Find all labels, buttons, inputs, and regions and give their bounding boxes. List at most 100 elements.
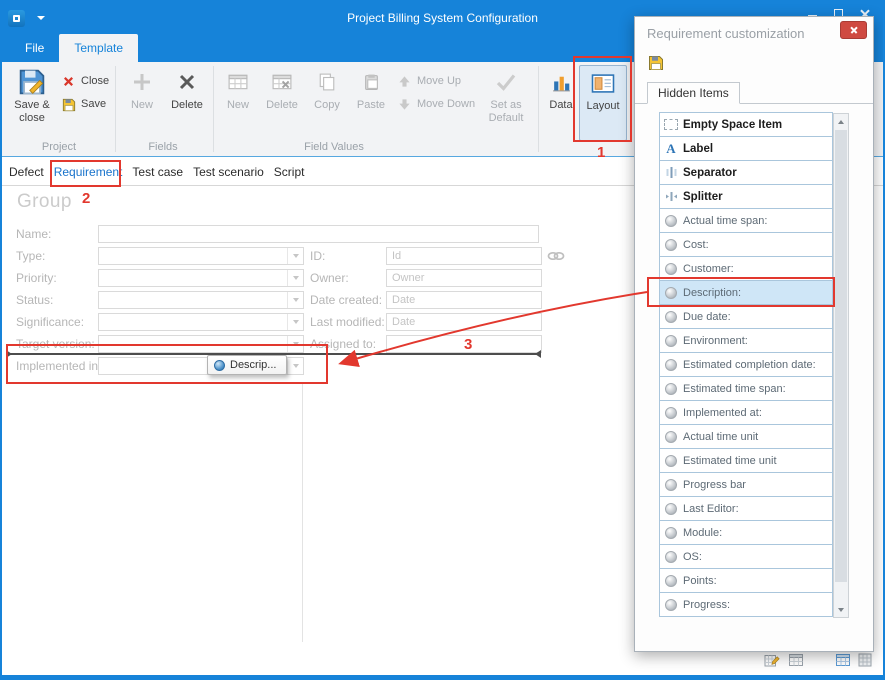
close-x-icon xyxy=(60,74,77,90)
ribbon-save-button[interactable]: Save xyxy=(60,94,114,115)
date-created-field[interactable]: Date xyxy=(386,291,542,309)
bar-chart-icon xyxy=(551,65,572,99)
owner-field[interactable]: Owner xyxy=(386,269,542,287)
dropdown-arrow-icon[interactable] xyxy=(287,314,303,330)
grid-layout-gray-icon[interactable] xyxy=(857,652,873,668)
save-and-close-icon xyxy=(18,65,46,99)
grid-layout-icon[interactable] xyxy=(788,652,804,668)
copy-button[interactable]: Copy xyxy=(306,65,348,141)
tab-test-case[interactable]: Test case xyxy=(132,165,183,179)
hidden-item-row[interactable]: Progress bar xyxy=(659,472,833,497)
grid-layout-blue-icon[interactable] xyxy=(835,652,851,668)
link-icon[interactable] xyxy=(547,250,565,262)
ribbon-close-button[interactable]: Close xyxy=(60,71,114,92)
edit-layout-icon[interactable] xyxy=(764,652,780,668)
tab-test-scenario[interactable]: Test scenario xyxy=(193,165,264,179)
hidden-item-row[interactable]: Implemented at: xyxy=(659,400,833,425)
hidden-item-row[interactable]: Splitter xyxy=(659,184,833,209)
target-version-field[interactable] xyxy=(98,335,304,353)
tab-file[interactable]: File xyxy=(10,34,59,62)
hidden-item-row[interactable]: Environment: xyxy=(659,328,833,353)
close-button[interactable] xyxy=(840,21,867,39)
arrow-down-icon xyxy=(396,97,413,113)
hidden-item-row[interactable]: Actual time span: xyxy=(659,208,833,233)
field-value: Date xyxy=(387,294,415,306)
fields-new-button[interactable]: New xyxy=(121,65,163,141)
hidden-item-row[interactable]: Actual time unit xyxy=(659,424,833,449)
dropdown-arrow-icon[interactable] xyxy=(287,358,303,374)
drag-ghost[interactable]: Descrip... xyxy=(207,355,287,375)
field-icon xyxy=(664,214,678,228)
data-button[interactable]: Data xyxy=(542,65,580,141)
tab-defect[interactable]: Defect xyxy=(9,165,44,179)
scroll-thumb[interactable] xyxy=(835,130,847,582)
hidden-item-row[interactable]: Description: xyxy=(659,280,833,305)
form-right-column: ID:IdOwner:OwnerDate created:DateLast mo… xyxy=(310,246,580,356)
paste-button[interactable]: Paste xyxy=(349,65,393,141)
hidden-item-row[interactable]: ALabel xyxy=(659,136,833,161)
scrollbar[interactable] xyxy=(833,113,849,618)
field-label: Name: xyxy=(16,224,98,245)
hidden-item-label: OS: xyxy=(683,551,702,563)
save-and-close-button[interactable]: Save & close xyxy=(8,65,56,141)
scroll-up-icon[interactable] xyxy=(834,114,848,129)
field-icon xyxy=(664,238,678,252)
field-label: Implemented in: xyxy=(16,356,98,377)
hidden-item-row[interactable]: Estimated time span: xyxy=(659,376,833,401)
move-up-button[interactable]: Move Up xyxy=(396,71,461,92)
name-field[interactable] xyxy=(98,225,539,243)
hidden-item-row[interactable]: OS: xyxy=(659,544,833,569)
check-icon xyxy=(494,65,518,99)
status-field[interactable] xyxy=(98,291,304,309)
values-new-button[interactable]: New xyxy=(217,65,259,141)
hidden-item-row[interactable]: Separator xyxy=(659,160,833,185)
button-label: Save & close xyxy=(8,99,56,125)
form-row: ID:Id xyxy=(310,246,580,268)
button-label: Save xyxy=(81,98,106,111)
assigned-to-field[interactable] xyxy=(386,335,542,353)
dropdown-arrow-icon[interactable] xyxy=(287,292,303,308)
scroll-down-icon[interactable] xyxy=(834,602,848,617)
close-icon xyxy=(841,22,866,38)
hidden-item-row[interactable]: Estimated completion date: xyxy=(659,352,833,377)
save-icon xyxy=(60,97,77,113)
values-delete-button[interactable]: Delete xyxy=(260,65,304,141)
hidden-item-row[interactable]: Customer: xyxy=(659,256,833,281)
significance-field[interactable] xyxy=(98,313,304,331)
field-label: Owner: xyxy=(310,268,386,289)
tab-script[interactable]: Script xyxy=(274,165,305,179)
tab-hidden-items[interactable]: Hidden Items xyxy=(647,82,740,104)
hidden-item-row[interactable]: Empty Space Item xyxy=(659,112,833,137)
save-layout-button[interactable] xyxy=(645,53,667,73)
dropdown-arrow-icon[interactable] xyxy=(287,270,303,286)
hidden-item-row[interactable]: Last Editor: xyxy=(659,496,833,521)
last-modified-field[interactable]: Date xyxy=(386,313,542,331)
drag-ghost-label: Descrip... xyxy=(230,359,276,371)
tab-requirement[interactable]: Requirement xyxy=(54,165,123,179)
dropdown-arrow-icon[interactable] xyxy=(287,248,303,264)
statusbar xyxy=(2,648,883,675)
table-icon xyxy=(228,65,248,99)
set-as-default-button[interactable]: Set as Default xyxy=(478,65,534,141)
layout-button[interactable]: Layout xyxy=(579,65,627,141)
hidden-item-label: Progress: xyxy=(683,599,730,611)
id-field[interactable]: Id xyxy=(386,247,542,265)
hidden-item-row[interactable]: Estimated time unit xyxy=(659,448,833,473)
group-separator xyxy=(213,66,214,152)
hidden-item-row[interactable]: Cost: xyxy=(659,232,833,257)
dropdown-arrow-icon[interactable] xyxy=(287,336,303,352)
fields-delete-button[interactable]: Delete xyxy=(164,65,210,141)
hidden-item-row[interactable]: Module: xyxy=(659,520,833,545)
hidden-item-row[interactable]: Points: xyxy=(659,568,833,593)
type-field[interactable] xyxy=(98,247,304,265)
group-caption-fields: Fields xyxy=(148,141,177,153)
hidden-item-label: Cost: xyxy=(683,239,709,251)
field-icon xyxy=(664,358,678,372)
priority-field[interactable] xyxy=(98,269,304,287)
table-delete-icon xyxy=(272,65,292,99)
copy-icon xyxy=(318,65,336,99)
move-down-button[interactable]: Move Down xyxy=(396,94,475,115)
hidden-item-row[interactable]: Due date: xyxy=(659,304,833,329)
hidden-item-row[interactable]: Progress: xyxy=(659,592,833,617)
tab-template[interactable]: Template xyxy=(59,34,138,62)
